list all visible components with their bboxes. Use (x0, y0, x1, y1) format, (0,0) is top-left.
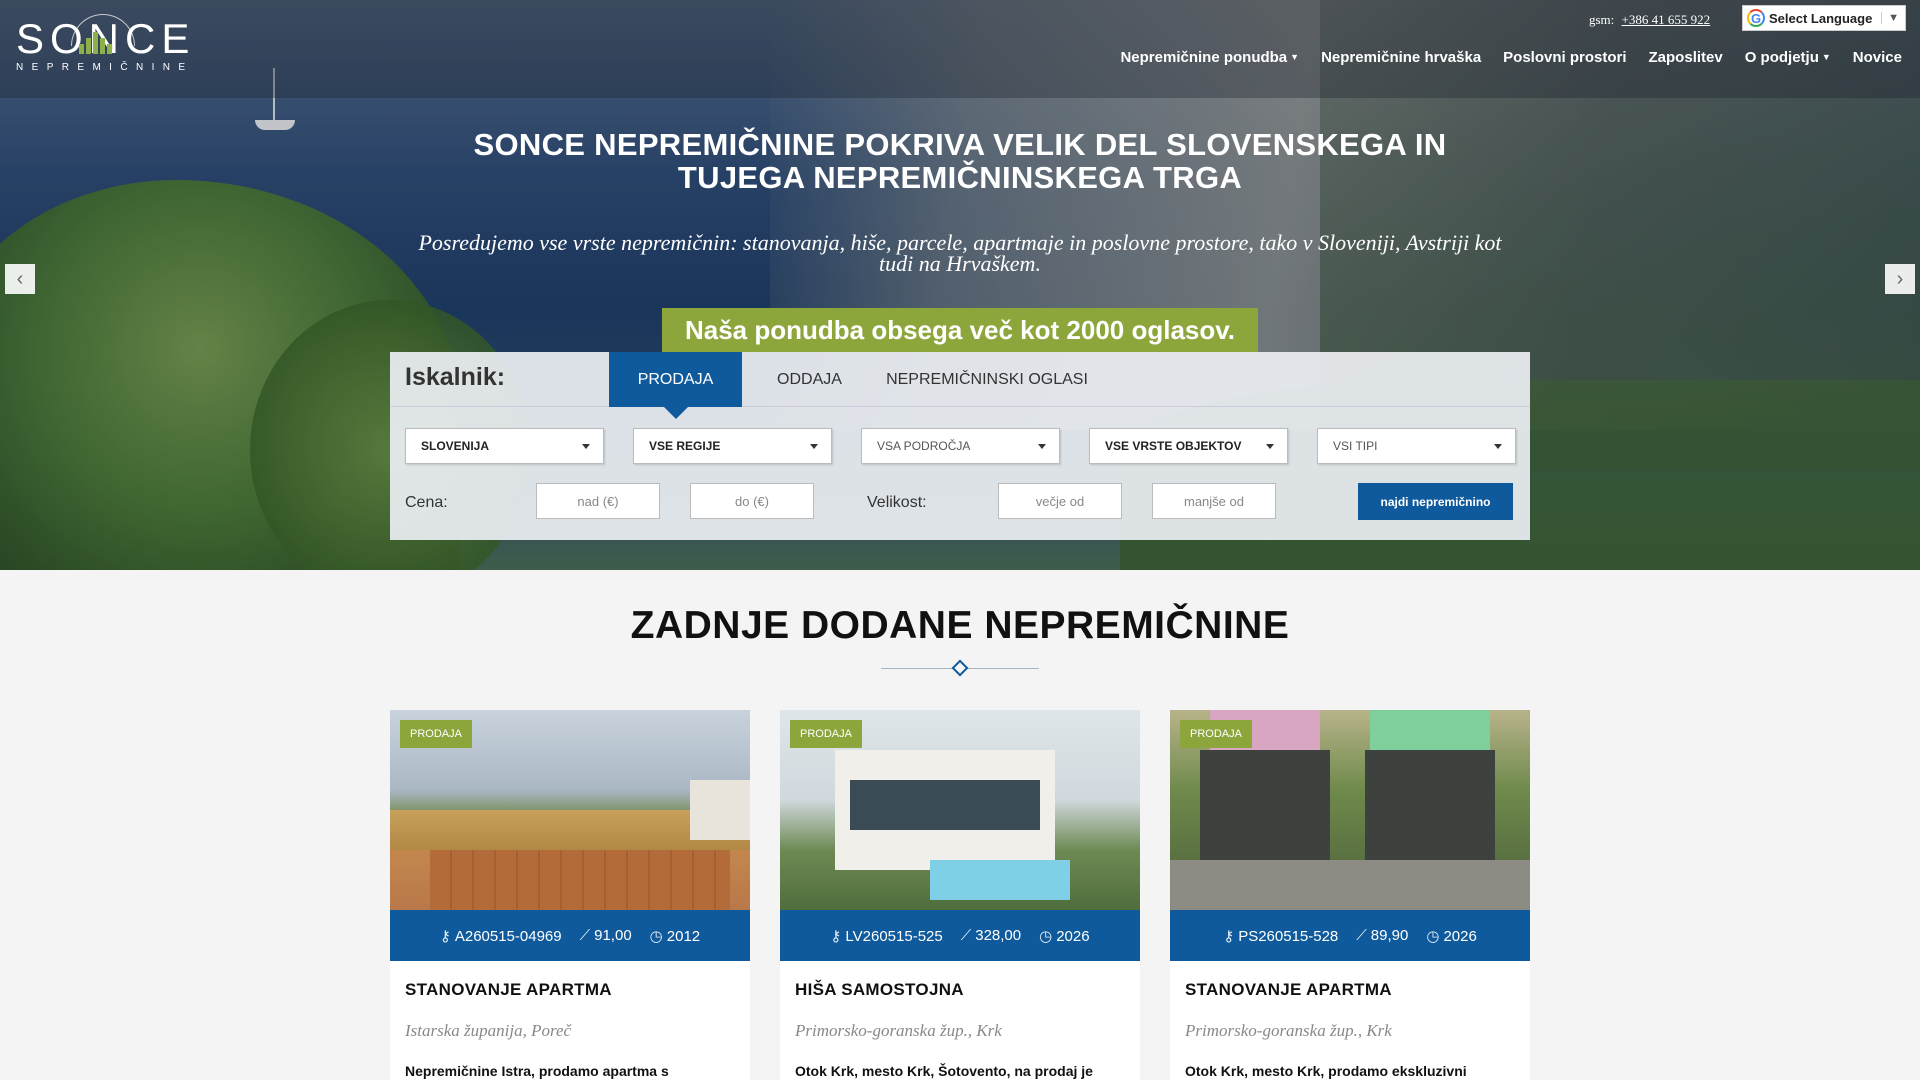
clock-icon: ◷ (649, 927, 663, 945)
listing-year: 2026 (1056, 927, 1090, 945)
ruler-icon: ⟋ (960, 927, 972, 944)
tab-oddaja[interactable]: ODDAJA (742, 352, 877, 407)
listing-location: Primorsko-goranska žup., Krk (1185, 1021, 1392, 1040)
size-to-input[interactable]: manjše od (1152, 483, 1276, 519)
listing-image[interactable]: PRODAJA (390, 710, 750, 910)
key-icon: ⚷ (1223, 927, 1235, 945)
caret-down-icon (810, 444, 818, 449)
gsm-label: gsm: (1589, 12, 1615, 27)
key-icon: ⚷ (830, 927, 842, 945)
status-badge: PRODAJA (400, 720, 472, 748)
listing-image[interactable]: PRODAJA (1170, 710, 1530, 910)
listing-location: Istarska županija, Poreč (405, 1021, 572, 1040)
listing-meta: ⚷ A260515-04969 ⟋ 91,00 ◷ 2012 (390, 910, 750, 961)
caret-down-icon (1266, 444, 1274, 449)
listing-description: Otok Krk, mesto Krk, prodamo ekskluzivni (1185, 1063, 1467, 1079)
nav-item-poslovni-prostori[interactable]: Poslovni prostori (1503, 49, 1626, 66)
listing-card[interactable]: PRODAJA ⚷ PS260515-528 ⟋ 89,90 ◷ 2026 STANO… (1170, 710, 1530, 1080)
listing-code: PS260515-528 (1238, 927, 1339, 945)
listing-meta: ⚷ LV260515-525 ⟋ 328,00 ◷ 2026 (780, 910, 1140, 961)
listing-code: LV260515-525 (845, 927, 943, 945)
google-icon: G (1747, 9, 1765, 27)
listing-area: 89,90 (1370, 927, 1409, 944)
listing-description: Otok Krk, mesto Krk, Šotovento, na proda… (795, 1063, 1093, 1079)
nav-item-nepremicnine-hrvaska[interactable]: Nepremičnine hrvaška (1321, 49, 1481, 66)
chevron-down-icon: ▼ (1881, 12, 1905, 24)
tab-prodaja[interactable]: PRODAJA (609, 352, 742, 419)
country-select[interactable]: SLOVENIJA (405, 428, 604, 464)
chevron-left-icon: ‹ (16, 267, 24, 290)
area-select[interactable]: VSA PODROČJA (861, 428, 1060, 464)
listing-description: Nepremičnine Istra, prodamo apartma s (405, 1063, 669, 1079)
price-label: Cena: (405, 494, 448, 511)
clock-icon: ◷ (1426, 927, 1440, 945)
listing-area: 91,00 (594, 927, 632, 944)
subtype-select[interactable]: VSI TIPI (1317, 428, 1516, 464)
listing-card[interactable]: PRODAJA ⚷ LV260515-525 ⟋ 328,00 ◷ 2026 HIŠA… (780, 710, 1140, 1080)
section-title: ZADNJE DODANE NEPREMIČNINE (630, 604, 1290, 647)
hero-subtitle: Posredujemo vse vrste nepremičnin: stano… (418, 230, 1502, 276)
listing-location: Primorsko-goranska žup., Krk (795, 1021, 1002, 1040)
language-select-label: Select Language (1769, 10, 1873, 26)
caret-down-icon (582, 444, 590, 449)
listing-image[interactable]: PRODAJA (780, 710, 1140, 910)
nav-item-novice[interactable]: Novice (1853, 49, 1902, 66)
gsm-phone-link[interactable]: +386 41 655 922 (1622, 12, 1711, 27)
size-label: Velikost: (867, 494, 927, 511)
chevron-right-icon: › (1896, 267, 1904, 290)
search-label: Iskalnik: (405, 363, 506, 391)
tab-nepremicninski-oglasi[interactable]: NEPREMIČNINSKI OGLASI (877, 352, 1097, 407)
logo-bars (79, 32, 112, 54)
price-to-input[interactable]: do (€) (690, 483, 814, 519)
main-nav: Nepremičnine ponudba ▼ Nepremičnine hrvaš… (1120, 49, 1902, 66)
caret-down-icon (1038, 444, 1046, 449)
status-badge: PRODAJA (790, 720, 862, 748)
object-type-select[interactable]: VSE VRSTE OBJEKTOV (1089, 428, 1288, 464)
clock-icon: ◷ (1039, 927, 1053, 945)
ruler-icon: ⟋ (579, 927, 591, 944)
logo[interactable]: SONCE NEPREMIČNINE (16, 14, 226, 80)
search-submit-button[interactable]: najdi nepremičnino (1358, 483, 1513, 520)
listing-title[interactable]: STANOVANJE APARTMA (405, 980, 612, 1000)
nav-item-zaposlitev[interactable]: Zaposlitev (1649, 49, 1723, 66)
listing-year: 2012 (666, 927, 701, 945)
listing-title[interactable]: HIŠA SAMOSTOJNA (795, 980, 964, 1000)
key-icon: ⚷ (439, 927, 451, 945)
caret-down-icon: ▼ (1290, 52, 1300, 62)
caret-down-icon (1494, 444, 1502, 449)
logo-subtitle: NEPREMIČNINE (16, 62, 194, 73)
slider-next-button[interactable]: › (1885, 264, 1915, 294)
gsm-contact: gsm: +386 41 655 922 (1589, 12, 1710, 28)
language-select[interactable]: G Select Language ▼ (1742, 5, 1906, 31)
listing-title[interactable]: STANOVANJE APARTMA (1185, 980, 1392, 1000)
offer-banner: Naša ponudba obsega več kot 2000 oglasov… (662, 308, 1258, 352)
nav-item-o-podjetju[interactable]: O podjetju ▼ (1745, 49, 1831, 66)
status-badge: PRODAJA (1180, 720, 1252, 748)
ruler-icon: ⟋ (1356, 927, 1367, 944)
search-panel: Iskalnik: PRODAJA ODDAJA NEPREMIČNINSKI … (390, 352, 1530, 540)
listing-year: 2026 (1443, 927, 1477, 945)
size-from-input[interactable]: večje od (998, 483, 1122, 519)
slider-prev-button[interactable]: ‹ (5, 264, 35, 294)
region-select[interactable]: VSE REGIJE (633, 428, 832, 464)
diamond-icon (951, 659, 969, 677)
listing-code: A260515-04969 (454, 927, 562, 945)
price-from-input[interactable]: nad (€) (536, 483, 660, 519)
listing-card[interactable]: PRODAJA ⚷ A260515-04969 ⟋ 91,00 ◷ 2012 STAN… (390, 710, 750, 1080)
caret-down-icon: ▼ (1821, 52, 1831, 62)
listing-meta: ⚷ PS260515-528 ⟋ 89,90 ◷ 2026 (1170, 910, 1530, 961)
nav-item-nepremicnine-ponudba[interactable]: Nepremičnine ponudba ▼ (1120, 49, 1299, 66)
listing-area: 328,00 (975, 927, 1022, 944)
hero-title: SONCE NEPREMIČNINE POKRIVA VELIK DEL SLO… (473, 127, 1447, 195)
